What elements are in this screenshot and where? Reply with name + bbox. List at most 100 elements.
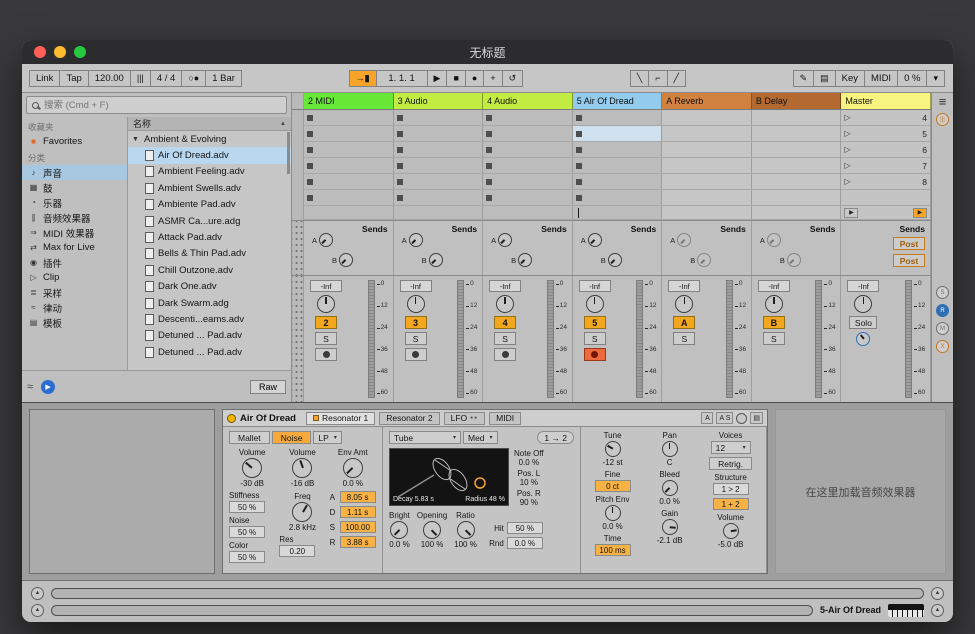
stop-all-clips-button[interactable]: ▶ xyxy=(844,208,858,218)
arm-button[interactable] xyxy=(315,348,337,361)
clip-slot[interactable] xyxy=(662,126,752,142)
returns-section-toggle[interactable]: R xyxy=(936,304,949,317)
scene-slot[interactable]: ▷5 xyxy=(841,126,931,142)
file-item[interactable]: Detuned ... Pad.adv xyxy=(128,344,291,360)
clip-slot[interactable] xyxy=(394,126,484,142)
play-button[interactable]: ▶ xyxy=(427,70,448,87)
decay-value[interactable]: 1.11 s xyxy=(340,506,376,518)
capture-midi-button[interactable]: ↺ xyxy=(502,70,524,87)
io-section-toggle[interactable]: ||| xyxy=(936,113,949,126)
file-item[interactable]: Air Of Dread.adv xyxy=(128,147,291,163)
pan-knob[interactable] xyxy=(496,295,514,313)
track-header[interactable]: B Delay xyxy=(752,93,842,109)
search-input[interactable] xyxy=(44,100,281,111)
file-item[interactable]: Bells & Thin Pad.adv xyxy=(128,246,291,262)
track-header[interactable]: 4 Audio xyxy=(483,93,573,109)
noise-filter-type-select[interactable]: LP ▾ xyxy=(313,431,341,444)
solo-button[interactable]: S xyxy=(673,332,695,345)
send-b-knob[interactable] xyxy=(608,253,622,267)
mix-mode-value[interactable]: 1 + 2 xyxy=(713,498,749,510)
post-button-a[interactable]: Post xyxy=(893,237,925,250)
scene-slot[interactable] xyxy=(841,190,931,206)
scroll-down-right-button[interactable]: ▲ xyxy=(931,604,944,617)
tap-tempo-button[interactable]: Tap xyxy=(59,70,88,87)
solo-button[interactable]: S xyxy=(494,332,516,345)
track-volume-display[interactable]: -Inf xyxy=(400,280,432,292)
hit-value[interactable]: 50 % xyxy=(507,522,543,534)
clip-slot[interactable] xyxy=(752,110,842,126)
scroll-up-right-button[interactable]: ▲ xyxy=(931,587,944,600)
ratio-knob[interactable] xyxy=(457,521,475,539)
track-volume-display[interactable]: -Inf xyxy=(668,280,700,292)
clip-slot[interactable] xyxy=(304,174,394,190)
close-button[interactable] xyxy=(34,46,46,58)
pan-knob[interactable] xyxy=(317,295,335,313)
sidebar-item-drums[interactable]: ▦鼓 xyxy=(22,180,127,195)
clip-slot[interactable] xyxy=(662,190,752,206)
tempo-field[interactable]: 120.00 xyxy=(88,70,131,87)
scroll-down-left-button[interactable]: ▲ xyxy=(31,604,44,617)
zoom-button[interactable] xyxy=(74,46,86,58)
tune-knob[interactable] xyxy=(605,441,621,457)
send-a-knob[interactable] xyxy=(767,233,781,247)
link-button[interactable]: Link xyxy=(29,70,60,87)
file-item[interactable]: Chill Outzone.adv xyxy=(128,262,291,278)
sort-ascending-icon[interactable]: ▲ xyxy=(280,121,286,127)
sidebar-item-max-for-live[interactable]: ⇄Max for Live xyxy=(22,240,127,255)
tab-midi[interactable]: MIDI xyxy=(489,412,521,425)
clip-slot[interactable] xyxy=(394,174,484,190)
line-mode-icon[interactable]: ╲ xyxy=(630,70,649,87)
voices-select[interactable]: 12 ▾ xyxy=(711,441,751,454)
clip-slot[interactable] xyxy=(483,142,573,158)
clip-slot[interactable] xyxy=(304,142,394,158)
sidebar-item-plugins[interactable]: ◉插件 xyxy=(22,255,127,270)
device-on-toggle[interactable] xyxy=(227,414,236,423)
audio-effect-drop-area[interactable]: 在这里加载音频效果器 xyxy=(775,409,946,574)
pan-knob[interactable] xyxy=(586,295,604,313)
release-value[interactable]: 3.88 s xyxy=(340,536,376,548)
show-automated-button[interactable]: A xyxy=(701,412,713,424)
clip-slot[interactable] xyxy=(752,174,842,190)
sustain-value[interactable]: 100.00 xyxy=(340,521,376,533)
pan-knob[interactable] xyxy=(407,295,425,313)
structure-value[interactable]: 1 > 2 xyxy=(713,483,749,495)
track-activator-button[interactable]: 4 xyxy=(494,316,516,329)
preview-play-icon[interactable]: ▶ xyxy=(41,380,55,394)
clip-slot[interactable] xyxy=(662,174,752,190)
file-item[interactable]: Ambient Feeling.adv xyxy=(128,164,291,180)
copy-to-resonator-2-button[interactable]: 1 → 2 xyxy=(537,431,574,444)
clip-slot[interactable] xyxy=(752,126,842,142)
send-a-knob[interactable] xyxy=(588,233,602,247)
send-a-knob[interactable] xyxy=(677,233,691,247)
device-name[interactable]: Air Of Dread xyxy=(240,413,296,424)
file-item[interactable]: Detuned ... Pad.adv xyxy=(128,328,291,344)
sidebar-item-grooves[interactable]: ≈律动 xyxy=(22,300,127,315)
stop-button[interactable]: ■ xyxy=(446,70,465,87)
scene-slot[interactable]: ▷8 xyxy=(841,174,931,190)
bleed-knob[interactable] xyxy=(662,480,678,496)
metronome-icon[interactable]: ||| xyxy=(130,70,151,87)
chevron-down-icon[interactable]: ▾ xyxy=(926,70,945,87)
mixer-section-toggle[interactable]: M xyxy=(936,322,949,335)
solo-button[interactable]: S xyxy=(584,332,606,345)
file-item[interactable]: Descenti...eams.adv xyxy=(128,311,291,327)
file-item[interactable]: Attack Pad.adv xyxy=(128,229,291,245)
browser-search-box[interactable] xyxy=(26,96,287,114)
track-volume-display[interactable]: -Inf xyxy=(579,280,611,292)
send-a-knob[interactable] xyxy=(498,233,512,247)
overview-scrollbar-bottom[interactable] xyxy=(51,605,813,616)
cue-volume-knob[interactable] xyxy=(856,332,870,346)
pan-device-knob[interactable] xyxy=(662,441,678,457)
send-a-knob[interactable] xyxy=(409,233,423,247)
clip-slot[interactable] xyxy=(662,158,752,174)
follow-button[interactable]: →▮ xyxy=(349,70,377,87)
arm-button[interactable] xyxy=(405,348,427,361)
master-solo-button[interactable]: Solo xyxy=(849,316,877,329)
clip-slot[interactable] xyxy=(483,174,573,190)
decay-readout[interactable]: Decay 5.83 s xyxy=(393,496,434,503)
overview-scrollbar-top[interactable] xyxy=(51,588,924,599)
pan-knob[interactable] xyxy=(765,295,783,313)
clip-slot[interactable] xyxy=(573,142,663,158)
radius-readout[interactable]: Radius 48 % xyxy=(465,496,505,503)
track-volume-display[interactable]: -Inf xyxy=(758,280,790,292)
